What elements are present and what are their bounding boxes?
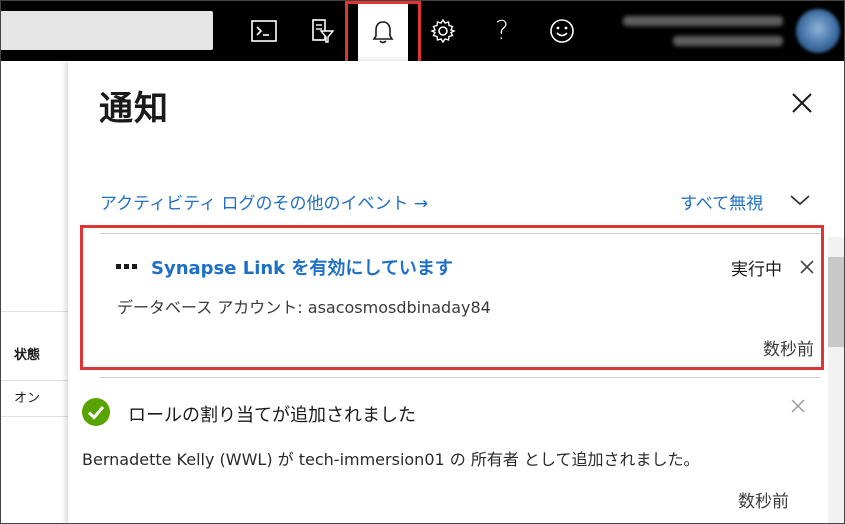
- notification-timestamp: 数秒前: [738, 492, 789, 512]
- panel-title: 通知: [99, 89, 169, 129]
- scrollbar-thumb[interactable]: [828, 257, 845, 347]
- arrow-right-icon: →: [413, 194, 429, 214]
- gear-icon[interactable]: [418, 8, 468, 54]
- account-info[interactable]: [618, 8, 783, 52]
- in-progress-dots-icon: [116, 264, 137, 269]
- close-icon[interactable]: [790, 398, 806, 414]
- status-badge: 実行中: [731, 260, 782, 280]
- notification-description: データベース アカウント: asacosmosdbinaday84: [117, 298, 491, 317]
- activity-log-link[interactable]: アクティビティ ログのその他のイベント →: [100, 189, 428, 214]
- avatar[interactable]: [796, 9, 840, 53]
- notification-description: Bernadette Kelly (WWL) が tech-immersion0…: [82, 450, 700, 469]
- table-row: オン: [0, 381, 68, 417]
- notification-timestamp: 数秒前: [763, 340, 814, 360]
- directory-filter-icon[interactable]: [297, 8, 347, 54]
- notification-title: ロールの割り当てが追加されました: [128, 405, 416, 426]
- success-check-icon: [81, 397, 111, 427]
- background-page: 状態 オン: [0, 61, 68, 524]
- notification-title[interactable]: Synapse Link を有効にしています: [151, 254, 453, 280]
- bell-icon[interactable]: [358, 3, 408, 61]
- notification-item-synapse[interactable]: Synapse Link を有効にしています 実行中 データベース アカウント:…: [80, 225, 824, 370]
- close-icon[interactable]: [788, 89, 816, 117]
- dismiss-all-button[interactable]: すべて無視: [680, 189, 763, 214]
- status-cell: オン: [14, 391, 41, 406]
- help-icon[interactable]: ?: [477, 8, 527, 54]
- close-icon[interactable]: [799, 259, 815, 275]
- cloud-shell-icon[interactable]: [239, 8, 289, 54]
- status-column-header: 状態: [14, 348, 41, 363]
- top-bar: ?: [0, 0, 845, 61]
- divider: [100, 377, 820, 378]
- chevron-down-icon[interactable]: [789, 192, 811, 208]
- feedback-smiley-icon[interactable]: [537, 8, 587, 54]
- search-input[interactable]: [0, 11, 213, 50]
- table-header: 状態: [0, 311, 68, 381]
